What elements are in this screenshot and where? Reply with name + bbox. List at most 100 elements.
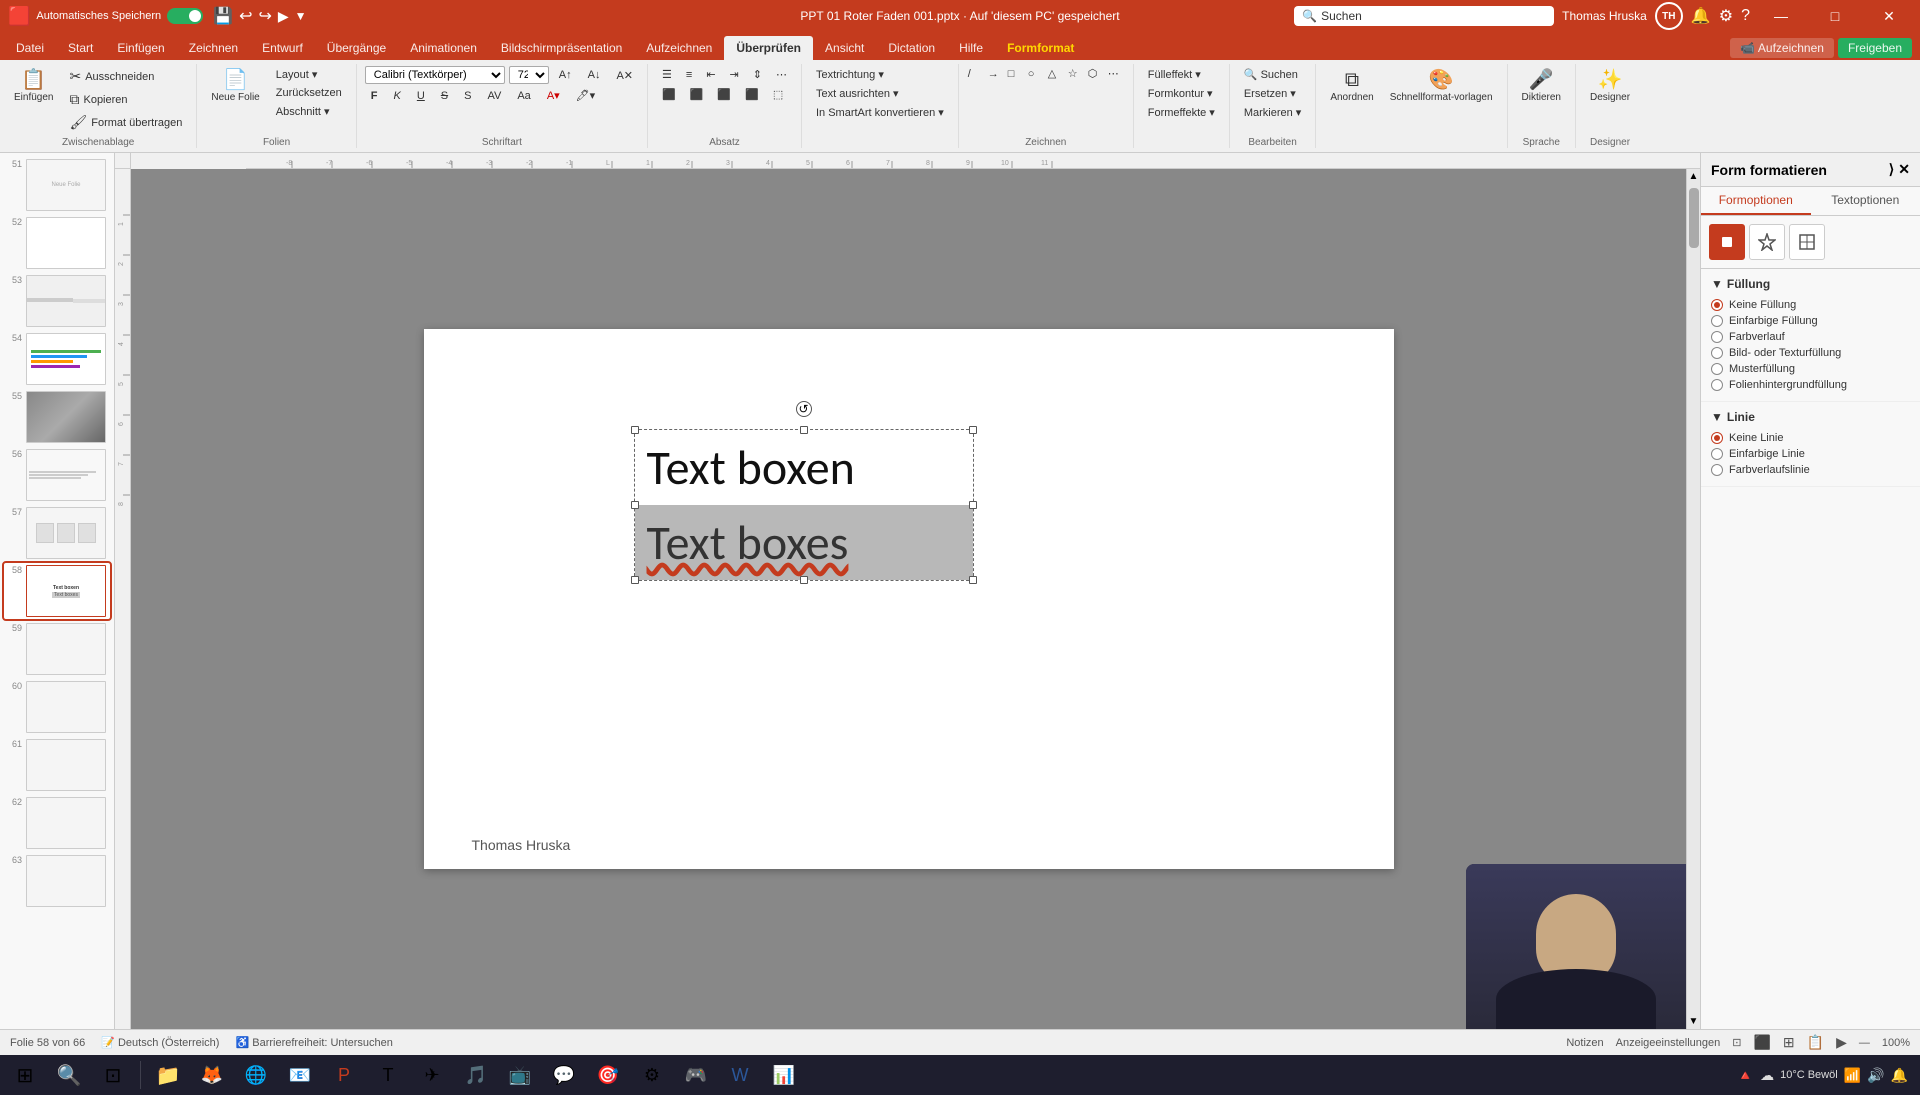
bell-icon[interactable]: 🔔 (1691, 6, 1711, 26)
btn-clear-format[interactable]: A✕ (610, 67, 639, 84)
taskbar-powerpoint[interactable]: P (323, 1056, 365, 1094)
btn-align-right[interactable]: ⬛ (711, 86, 737, 103)
slide-panel[interactable]: 51 Neue Folie 52 53 54 (0, 153, 115, 1029)
shape-rect[interactable]: □ (1007, 66, 1025, 81)
rpanel-section-fullung-header[interactable]: ▼ Füllung (1711, 277, 1910, 291)
btn-increase-font[interactable]: A↑ (553, 67, 578, 83)
btn-decrease-font[interactable]: A↓ (582, 67, 607, 83)
maximize-button[interactable]: □ (1812, 0, 1858, 32)
slide-thumb-62[interactable]: 62 (4, 795, 110, 851)
slide-thumb-52[interactable]: 52 (4, 215, 110, 271)
btn-fulleffekt[interactable]: Fülleffekt ▾ (1142, 66, 1207, 83)
taskbar-telegram[interactable]: ✈ (411, 1056, 453, 1094)
weather-icon[interactable]: ☁ (1760, 1067, 1774, 1084)
rpanel-section-linie-header[interactable]: ▼ Linie (1711, 410, 1910, 424)
btn-textrichtung[interactable]: Textrichtung ▾ (810, 66, 890, 83)
slide-canvas[interactable]: ↺ Text boxen Text boxes (424, 329, 1394, 869)
btn-strikethrough[interactable]: S (435, 88, 454, 104)
btn-ersetzen[interactable]: Ersetzen ▾ (1238, 85, 1302, 102)
view-settings-btn[interactable]: Anzeigeeinstellungen (1616, 1037, 1721, 1049)
shape-tri[interactable]: △ (1047, 66, 1065, 81)
slide-thumb-57[interactable]: 57 (4, 505, 110, 561)
btn-text-ausrichten[interactable]: Text ausrichten ▾ (810, 85, 905, 102)
rotate-handle[interactable]: ↺ (796, 401, 812, 417)
btn-indent-right[interactable]: ⇥ (724, 66, 745, 83)
btn-neue-folie[interactable]: 📄 Neue Folie (205, 66, 265, 107)
minimize-button[interactable]: — (1758, 0, 1804, 32)
present-icon[interactable]: ▶ (278, 8, 289, 25)
btn-underline[interactable]: U (411, 88, 431, 104)
btn-abschnitt[interactable]: Abschnitt ▾ (270, 103, 348, 120)
tab-hilfe[interactable]: Hilfe (947, 36, 995, 60)
notifications-icon[interactable]: 🔔 (1891, 1067, 1908, 1084)
btn-align-center[interactable]: ⬛ (684, 86, 710, 103)
redo-icon[interactable]: ↪ (258, 6, 271, 26)
slide-thumb-63[interactable]: 63 (4, 853, 110, 909)
taskbar-explorer[interactable]: 📁 (147, 1056, 189, 1094)
settings-icon[interactable]: ⚙ (1719, 6, 1733, 26)
start-button[interactable]: ⊞ (4, 1056, 46, 1094)
shape-oval[interactable]: ○ (1027, 66, 1045, 81)
handle-middle-right[interactable] (969, 501, 977, 509)
btn-columns[interactable]: ⬚ (767, 86, 789, 103)
shape-star[interactable]: ☆ (1067, 66, 1085, 81)
handle-top-right[interactable] (969, 426, 977, 434)
radio-farbverlaufslinie[interactable]: Farbverlaufslinie (1711, 462, 1910, 478)
zoom-slider[interactable]: — (1859, 1037, 1870, 1049)
btn-bullet-list[interactable]: ☰ (656, 66, 678, 83)
view-sorter-btn[interactable]: ⊞ (1783, 1034, 1795, 1051)
search-box[interactable]: 🔍 Suchen (1294, 6, 1554, 26)
taskbar-app2[interactable]: 📺 (499, 1056, 541, 1094)
btn-align-left[interactable]: ⬛ (656, 86, 682, 103)
btn-markieren[interactable]: Markieren ▾ (1238, 104, 1307, 121)
btn-zurucksetzen[interactable]: Zurücksetzen (270, 85, 348, 101)
handle-top-left[interactable] (631, 426, 639, 434)
btn-kopieren[interactable]: ⧉ Kopieren (63, 89, 188, 110)
taskbar-app1[interactable]: 🎵 (455, 1056, 497, 1094)
slide-thumb-56[interactable]: 56 (4, 447, 110, 503)
scroll-thumb[interactable] (1689, 188, 1699, 248)
notes-btn[interactable]: Notizen (1566, 1037, 1603, 1049)
taskbar-firefox[interactable]: 🦊 (191, 1056, 233, 1094)
slide-thumb-54[interactable]: 54 (4, 331, 110, 387)
radio-keine-linie[interactable]: Keine Linie (1711, 430, 1910, 446)
slide-thumb-53[interactable]: 53 (4, 273, 110, 329)
shape-arrow[interactable]: → (987, 66, 1005, 81)
tab-aufzeichnen[interactable]: Aufzeichnen (634, 36, 724, 60)
tray-icon-1[interactable]: 🔺 (1737, 1067, 1754, 1084)
close-button[interactable]: ✕ (1866, 0, 1912, 32)
tab-formformat[interactable]: Formformat (995, 36, 1086, 60)
taskbar-chrome[interactable]: 🌐 (235, 1056, 277, 1094)
btn-formeffekte[interactable]: Formeffekte ▾ (1142, 104, 1221, 121)
rpanel-btn-size[interactable] (1789, 224, 1825, 260)
tab-entwurf[interactable]: Entwurf (250, 36, 315, 60)
btn-num-list[interactable]: ≡ (680, 67, 698, 83)
btn-align-justify[interactable]: ⬛ (739, 86, 765, 103)
view-notes-btn[interactable]: 📋 (1807, 1034, 1824, 1051)
tab-ansicht[interactable]: Ansicht (813, 36, 876, 60)
handle-bottom-left[interactable] (631, 576, 639, 584)
view-slideshow-btn[interactable]: ▶ (1836, 1034, 1847, 1051)
rpanel-close-btn[interactable]: ✕ (1898, 161, 1910, 178)
btn-anordnen[interactable]: ⧉ Anordnen (1324, 66, 1379, 107)
tab-start[interactable]: Start (56, 36, 105, 60)
text-line1[interactable]: Text boxen (635, 430, 973, 505)
handle-top-middle[interactable] (800, 426, 808, 434)
btn-suchen[interactable]: 🔍 Suchen (1238, 66, 1304, 83)
taskbar-app5[interactable]: ⚙ (631, 1056, 673, 1094)
font-size-selector[interactable]: 72 (509, 66, 549, 84)
handle-middle-left[interactable] (631, 501, 639, 509)
btn-einfugen[interactable]: 📋 Einfügen (8, 66, 59, 107)
btn-designer[interactable]: ✨ Designer (1584, 66, 1636, 107)
slide-thumb-59[interactable]: 59 (4, 621, 110, 677)
taskbar-app3[interactable]: 💬 (543, 1056, 585, 1094)
tab-aufzeichnen-right[interactable]: 📹 Aufzeichnen (1730, 38, 1834, 58)
slide-thumb-51[interactable]: 51 Neue Folie (4, 157, 110, 213)
rpanel-btn-fill[interactable] (1709, 224, 1745, 260)
text-line2[interactable]: Text boxes (635, 505, 973, 580)
tab-animationen[interactable]: Animationen (398, 36, 489, 60)
rpanel-tab-textoptionen[interactable]: Textoptionen (1811, 187, 1920, 215)
tab-dictation[interactable]: Dictation (876, 36, 947, 60)
save-icon[interactable]: 💾 (213, 6, 233, 26)
btn-spacing[interactable]: AV (481, 88, 507, 104)
